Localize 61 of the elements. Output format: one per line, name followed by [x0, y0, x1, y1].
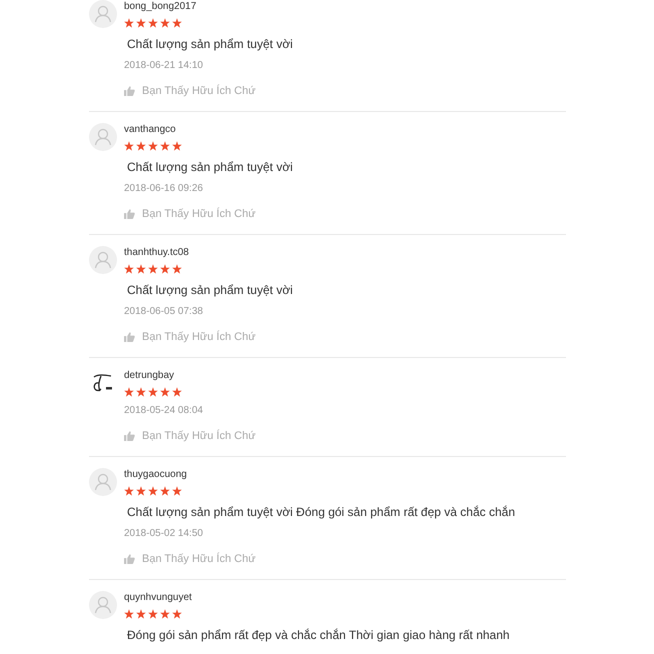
star-icon [124, 486, 134, 496]
review-text: Chất lượng sản phẩm tuyệt vời Đóng gói sản phẩm rất đẹp và chắc chắn [127, 504, 515, 520]
star-icon [160, 140, 170, 150]
star-icon [172, 140, 182, 150]
avatar-icon [89, 0, 117, 28]
username: bong_bong2017 [124, 0, 198, 14]
star-icon [148, 140, 158, 150]
helpful-link[interactable]: Bạn Thấy Hữu Ích Chứ [142, 84, 256, 98]
review-date: 2018-06-21 14:10 [124, 59, 204, 73]
helpful-link[interactable]: Bạn Thấy Hữu Ích Chứ [142, 552, 256, 566]
star-icon [172, 18, 182, 28]
star-icon [136, 608, 146, 618]
review-text: Chất lượng sản phẩm tuyệt vời [127, 36, 293, 52]
star-icon [160, 18, 170, 28]
star-icon [172, 386, 182, 396]
helpful-link[interactable]: Bạn Thấy Hữu Ích Chứ [142, 330, 256, 344]
star-icon [124, 264, 134, 274]
username: quynhvunguyet [124, 591, 193, 605]
avatar-icon [89, 468, 117, 496]
username: thanhthuy.tc08 [124, 246, 190, 260]
star-icon [124, 18, 134, 28]
review-text: Chất lượng sản phẩm tuyệt vời [127, 159, 293, 175]
helpful-link[interactable]: Bạn Thấy Hữu Ích Chứ [142, 207, 256, 221]
review-text: Đóng gói sản phẩm rất đẹp và chắc chắn Thời gian giao hàng rất nhanh [127, 627, 510, 643]
thumbs-up-icon[interactable] [124, 431, 135, 441]
star-icon [172, 608, 182, 618]
avatar-icon [89, 123, 117, 151]
thumbs-up-icon[interactable] [124, 209, 135, 219]
star-icon [148, 608, 158, 618]
star-icon [136, 140, 146, 150]
star-icon [160, 264, 170, 274]
thumbs-up-icon[interactable] [124, 332, 135, 342]
helpful-link[interactable]: Bạn Thấy Hữu Ích Chứ [142, 429, 256, 443]
review-text: Chất lượng sản phẩm tuyệt vời [127, 282, 293, 298]
review-date: 2018-06-05 07:38 [124, 305, 204, 319]
star-icon [172, 264, 182, 274]
review-date: 2018-05-24 08:04 [124, 404, 204, 418]
review-date: 2018-05-02 14:50 [124, 527, 204, 541]
star-icon [124, 140, 134, 150]
star-icon [136, 386, 146, 396]
thumbs-up-icon[interactable] [124, 86, 135, 96]
star-icon [148, 386, 158, 396]
star-icon [124, 386, 134, 396]
star-icon [148, 18, 158, 28]
star-icon [172, 486, 182, 496]
username: thuygaocuong [124, 468, 188, 482]
star-icon [160, 486, 170, 496]
star-icon [136, 486, 146, 496]
review-date: 2018-06-16 09:26 [124, 182, 204, 196]
star-icon [124, 608, 134, 618]
thumbs-up-icon[interactable] [124, 554, 135, 564]
star-icon [136, 18, 146, 28]
avatar-icon [89, 591, 117, 619]
username: detrungbay [124, 369, 176, 383]
avatar-icon [89, 246, 117, 274]
star-icon [160, 386, 170, 396]
username: vanthangco [124, 123, 177, 137]
star-icon [136, 264, 146, 274]
star-icon [160, 608, 170, 618]
star-icon [148, 264, 158, 274]
star-icon [148, 486, 158, 496]
